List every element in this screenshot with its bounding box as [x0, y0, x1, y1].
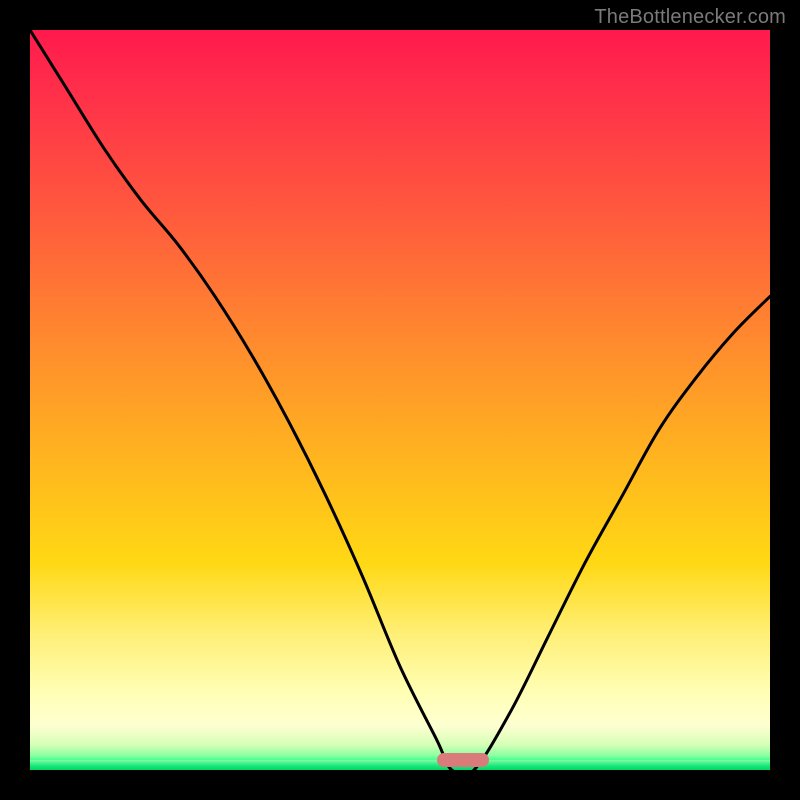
plot-area [30, 30, 770, 770]
chart-stage: TheBottlenecker.com [0, 0, 800, 800]
curve-path [30, 30, 770, 770]
bottleneck-curve [30, 30, 770, 770]
trough-marker [437, 753, 489, 767]
watermark-text: TheBottlenecker.com [594, 6, 786, 29]
